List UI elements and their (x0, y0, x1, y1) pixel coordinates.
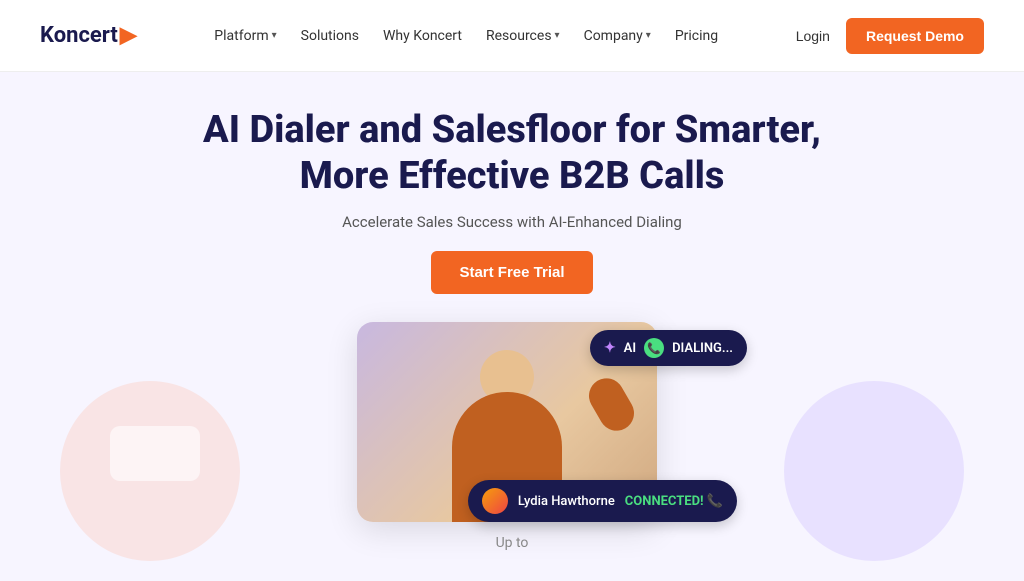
connected-status: CONNECTED! 📞 (625, 494, 723, 509)
bottom-label: Up to (496, 535, 529, 551)
avatar (482, 488, 508, 514)
hero-subtitle: Accelerate Sales Success with AI-Enhance… (342, 213, 682, 231)
nav-link-pricing[interactable]: Pricing (675, 28, 718, 44)
navbar: Koncert ▶ Platform ▾ Solutions Why Konce… (0, 0, 1024, 72)
dialing-text: DIALING... (672, 341, 733, 356)
logo-text: Koncert (40, 23, 118, 48)
sparkle-icon: ✦ (604, 340, 616, 356)
nav-item-platform[interactable]: Platform ▾ (214, 28, 276, 44)
chevron-down-icon: ▾ (555, 30, 560, 41)
connected-badge: Lydia Hawthorne CONNECTED! 📞 (468, 480, 737, 522)
logo-arrow: ▶ (120, 23, 137, 48)
request-demo-button[interactable]: Request Demo (846, 18, 984, 54)
chevron-down-icon: ▾ (272, 30, 277, 41)
ai-label: AI (624, 341, 636, 356)
hero-section: AI Dialer and Salesfloor for Smarter, Mo… (0, 72, 1024, 532)
nav-link-resources[interactable]: Resources ▾ (486, 28, 560, 44)
nav-item-resources[interactable]: Resources ▾ (486, 28, 560, 44)
logo[interactable]: Koncert ▶ (40, 23, 137, 48)
chevron-down-icon: ▾ (646, 30, 651, 41)
contact-name: Lydia Hawthorne (518, 494, 615, 509)
nav-link-company[interactable]: Company ▾ (584, 28, 651, 44)
nav-link-platform[interactable]: Platform ▾ (214, 28, 276, 44)
nav-actions: Login Request Demo (796, 18, 984, 54)
person-arm (583, 372, 641, 437)
login-button[interactable]: Login (796, 28, 830, 44)
nav-item-solutions[interactable]: Solutions (301, 28, 359, 44)
nav-link-why-koncert[interactable]: Why Koncert (383, 28, 462, 44)
dialing-badge: ✦ AI 📞 DIALING... (590, 330, 747, 366)
nav-links: Platform ▾ Solutions Why Koncert Resourc… (214, 28, 718, 44)
phone-icon: 📞 (644, 338, 664, 358)
nav-link-solutions[interactable]: Solutions (301, 28, 359, 44)
hero-title: AI Dialer and Salesfloor for Smarter, Mo… (203, 108, 821, 199)
nav-item-company[interactable]: Company ▾ (584, 28, 651, 44)
nav-item-pricing[interactable]: Pricing (675, 28, 718, 44)
start-free-trial-button[interactable]: Start Free Trial (431, 251, 592, 294)
nav-item-why-koncert[interactable]: Why Koncert (383, 28, 462, 44)
hero-image-container: ✦ AI 📞 DIALING... Lydia Hawthorne CONNEC… (357, 322, 667, 532)
